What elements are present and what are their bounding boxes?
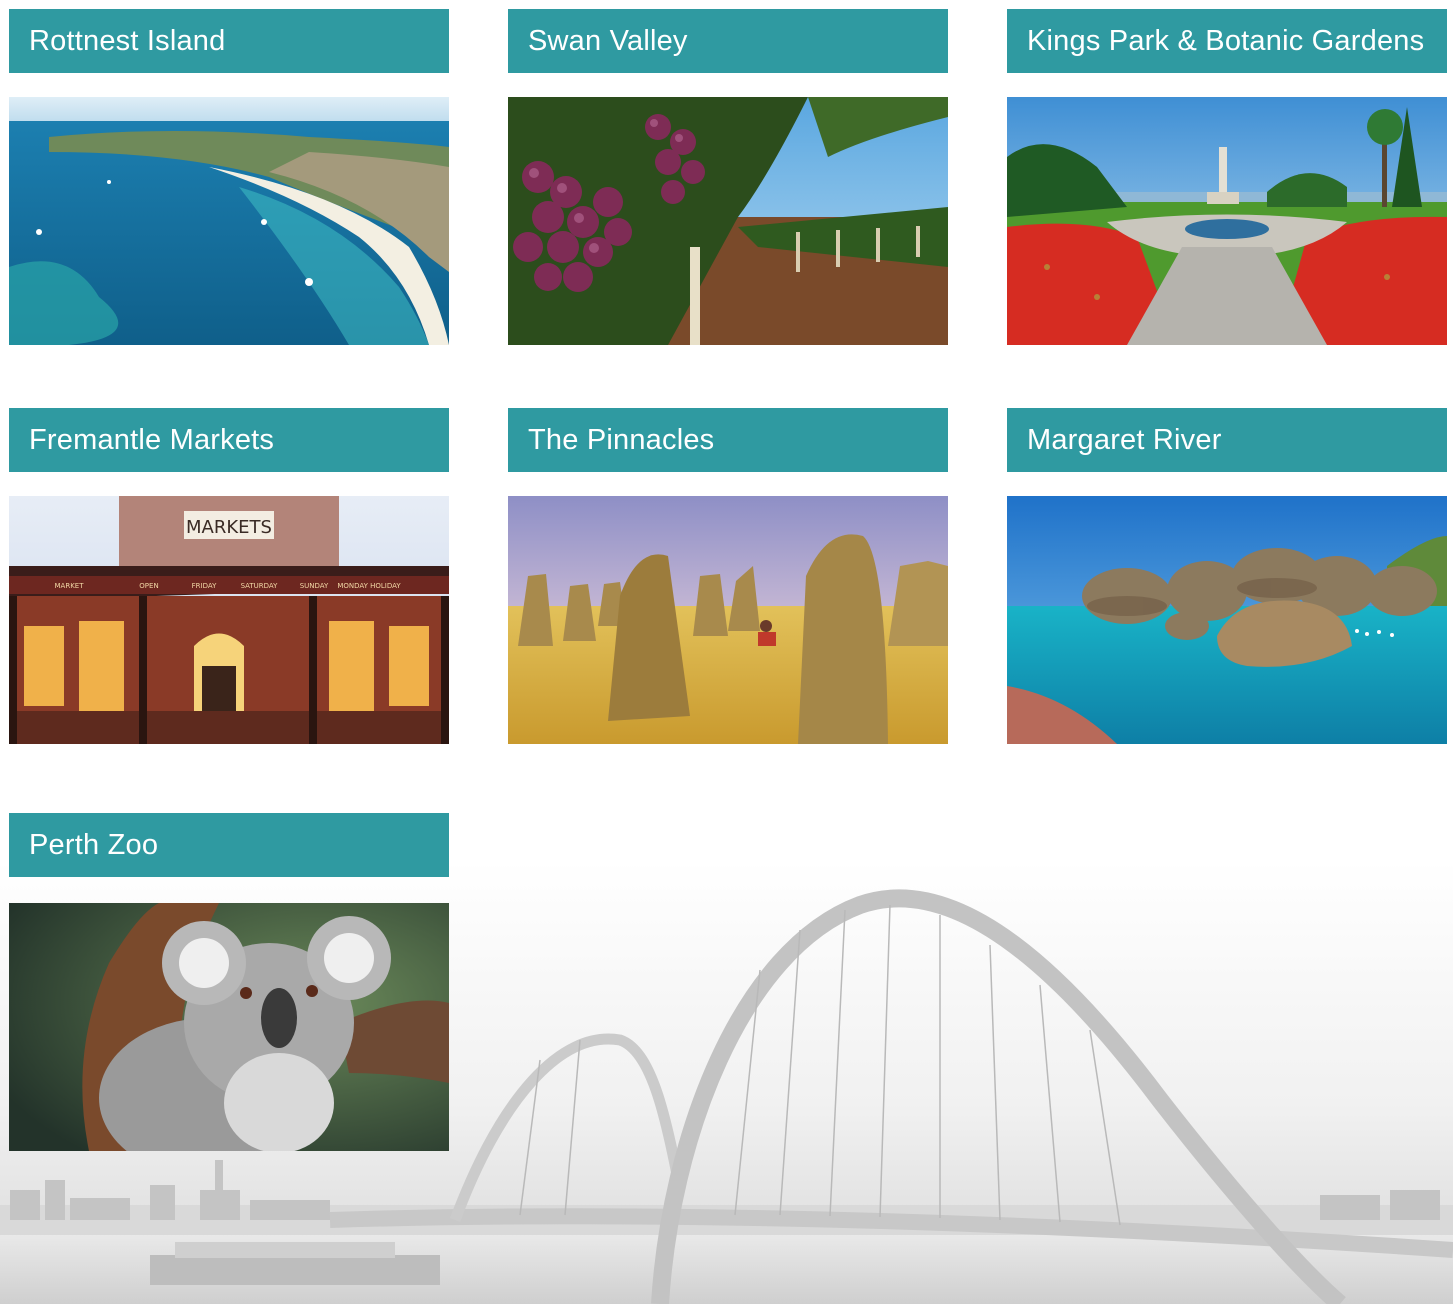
markets-sign: MARKETS bbox=[186, 517, 272, 538]
perth-zoo-photo[interactable] bbox=[9, 903, 449, 1151]
attractions-page: Rottnest Island Swan Valley Kings Park &… bbox=[0, 0, 1453, 1304]
card-title[interactable]: Margaret River bbox=[1007, 408, 1447, 472]
card-title[interactable]: Swan Valley bbox=[508, 9, 948, 73]
attraction-card-perth-zoo[interactable]: Perth Zoo bbox=[9, 813, 449, 1151]
attraction-card-fremantle-markets[interactable]: Fremantle Markets MARKETS MARKET OPEN FR… bbox=[9, 408, 449, 744]
awning-label: OPEN bbox=[139, 582, 158, 590]
attraction-card-kings-park[interactable]: Kings Park & Botanic Gardens bbox=[1007, 9, 1447, 345]
awning-label: MARKET bbox=[55, 582, 85, 590]
card-title[interactable]: Fremantle Markets bbox=[9, 408, 449, 472]
rottnest-island-photo[interactable] bbox=[9, 97, 449, 345]
awning-label: SUNDAY bbox=[300, 582, 329, 590]
awning-label: MONDAY HOLIDAY bbox=[337, 582, 401, 590]
attraction-card-pinnacles[interactable]: The Pinnacles bbox=[508, 408, 948, 744]
swan-valley-photo[interactable] bbox=[508, 97, 948, 345]
card-title[interactable]: The Pinnacles bbox=[508, 408, 948, 472]
card-title[interactable]: Perth Zoo bbox=[9, 813, 449, 877]
attraction-card-rottnest[interactable]: Rottnest Island bbox=[9, 9, 449, 345]
kings-park-photo[interactable] bbox=[1007, 97, 1447, 345]
card-title[interactable]: Kings Park & Botanic Gardens bbox=[1007, 9, 1447, 73]
fremantle-markets-photo[interactable]: MARKETS MARKET OPEN FRIDAY SATURDAY SUND… bbox=[9, 496, 449, 744]
pinnacles-photo[interactable] bbox=[508, 496, 948, 744]
margaret-river-photo[interactable] bbox=[1007, 496, 1447, 744]
attraction-card-swan-valley[interactable]: Swan Valley bbox=[508, 9, 948, 345]
card-title[interactable]: Rottnest Island bbox=[9, 9, 449, 73]
attraction-card-margaret-river[interactable]: Margaret River bbox=[1007, 408, 1447, 744]
awning-label: SATURDAY bbox=[241, 582, 279, 590]
awning-label: FRIDAY bbox=[192, 582, 217, 590]
